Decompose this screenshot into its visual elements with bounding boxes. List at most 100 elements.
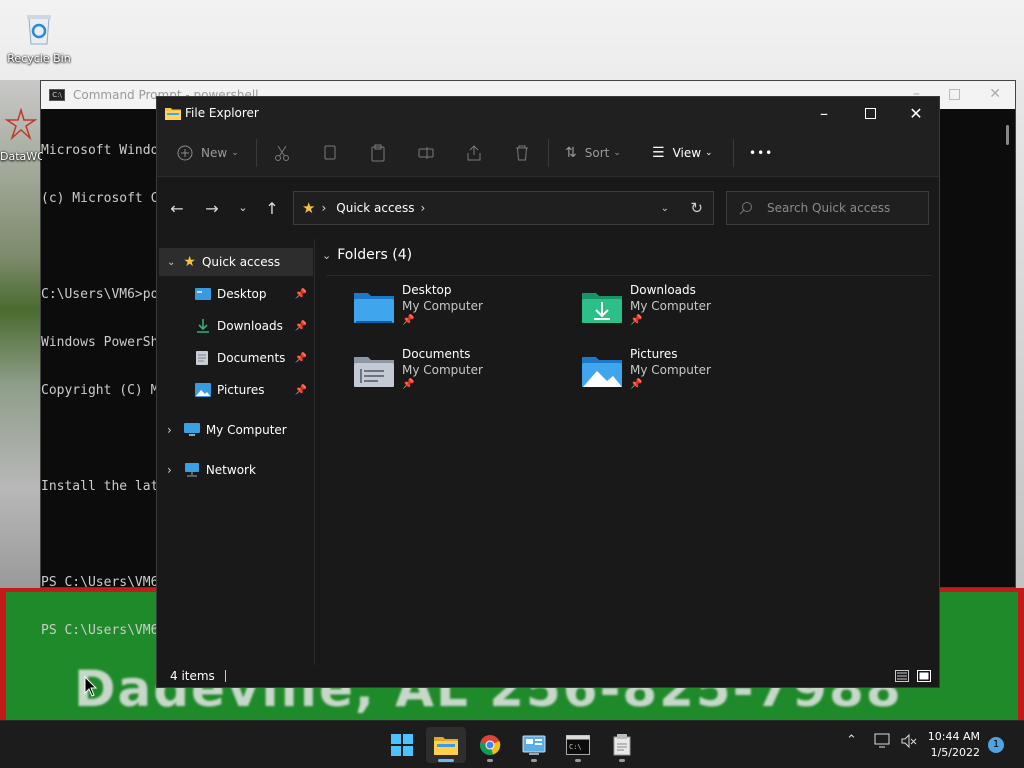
recent-locations-chevron-icon[interactable]: ⌄ [233,201,253,214]
up-arrow-icon[interactable]: ↑ [262,199,282,218]
close-button[interactable]: ✕ [893,97,939,129]
running-indicator [487,759,493,762]
sidebar-item-pictures[interactable]: Pictures 📌 [159,376,313,404]
back-arrow-icon[interactable]: ← [167,199,187,218]
explorer-title-text: File Explorer [185,106,259,120]
datawc-desktop-icon[interactable]: DataWC [0,108,42,163]
new-label: New [201,146,228,160]
large-icons-view-icon[interactable] [917,670,931,682]
minimize-button[interactable]: – [801,97,847,129]
group-divider [326,275,932,276]
folder-location: My Computer [402,363,483,377]
datawc-label: DataWC [0,150,42,163]
copy-icon[interactable] [321,141,339,165]
see-more-button[interactable]: ••• [749,141,773,165]
search-box[interactable]: Search Quick access [726,191,929,225]
pin-icon: 📌 [630,379,643,390]
pin-icon[interactable]: 📌 [295,385,307,396]
pin-icon[interactable]: 📌 [295,353,307,364]
breadcrumb-separator: › [420,201,426,215]
taskbar-notepad-app[interactable] [602,727,642,763]
folder-name: Documents [402,347,471,361]
start-button[interactable] [382,727,422,763]
sidebar-item-quick-access[interactable]: ⌄ ★ Quick access [159,248,313,276]
mouse-cursor-icon [84,676,98,697]
address-bar[interactable]: ★ › Quick access › ⌄ ↻ [293,191,714,225]
sidebar-item-my-computer[interactable]: › My Computer [159,416,313,444]
desktop-folder-icon [195,288,211,300]
speaker-muted-icon[interactable] [900,733,918,749]
share-icon[interactable] [465,141,483,165]
view-button[interactable]: ☰ View ⌄ [652,141,713,165]
new-button[interactable]: New ⌄ [177,141,239,165]
file-explorer-window[interactable]: File Explorer – ✕ New ⌄ ⇅ Sort ⌄ ☰ View … [156,96,940,688]
chevron-right-icon[interactable]: › [167,423,172,437]
system-clock[interactable]: 10:44 AM 1/5/2022 [928,729,980,761]
chevron-down-icon: ⌄ [231,148,239,158]
taskbar-control-panel[interactable] [514,727,554,763]
minimize-icon: – [820,103,828,123]
taskbar-file-explorer[interactable] [426,727,466,763]
sidebar-item-label: Documents [217,351,286,365]
pin-icon[interactable]: 📌 [295,321,307,332]
folder-tile-downloads[interactable]: Downloads My Computer 📌 [580,283,790,335]
clock-date: 1/5/2022 [930,746,980,759]
folder-name: Desktop [402,283,452,297]
datawc-icon [4,108,38,141]
svg-text:C:\: C:\ [569,743,582,751]
navigation-pane: ⌄ ★ Quick access Desktop 📌 Downloads 📌 D… [157,239,315,665]
show-hidden-icons-chevron-icon[interactable]: ⌃ [846,733,857,748]
rename-icon[interactable] [417,141,435,165]
recycle-bin-desktop-icon[interactable]: Recycle Bin [4,10,74,65]
cut-icon[interactable] [273,141,291,165]
refresh-icon[interactable]: ↻ [690,199,703,217]
network-status-icon[interactable] [874,733,892,749]
chevron-down-icon: ⌄ [613,148,621,158]
documents-folder-icon [354,357,394,387]
forward-arrow-icon[interactable]: → [202,199,222,218]
sort-button[interactable]: ⇅ Sort ⌄ [565,141,621,165]
view-list-icon: ☰ [652,145,665,161]
toolbar-divider [733,139,734,167]
sort-label: Sort [584,146,610,160]
details-view-icon[interactable] [895,670,909,682]
cmd-close-icon[interactable]: ✕ [989,86,1001,102]
group-header-label: Folders (4) [337,247,413,263]
sidebar-item-label: Pictures [217,383,265,397]
search-input[interactable]: Search Quick access [767,201,890,215]
folder-app-icon [165,108,181,120]
taskbar-command-prompt[interactable]: C:\ [558,727,598,763]
delete-icon[interactable] [513,141,531,165]
status-divider [224,670,226,682]
taskbar-chrome[interactable] [470,727,510,763]
network-icon [184,463,199,477]
chevron-down-icon[interactable]: ⌄ [167,257,175,268]
cmd-scrollbar[interactable] [1006,125,1009,145]
sidebar-item-downloads[interactable]: Downloads 📌 [159,312,313,340]
folder-tile-documents[interactable]: Documents My Computer 📌 [352,347,562,399]
chevron-right-icon[interactable]: › [167,463,172,477]
breadcrumb-quick-access[interactable]: Quick access [336,201,414,215]
file-list-pane[interactable]: ⌄ Folders (4) Desktop My Computer 📌 Down… [316,239,939,665]
navigation-bar: ← → ⌄ ↑ ★ › Quick access › ⌄ ↻ Search Qu… [157,177,939,239]
pin-icon[interactable]: 📌 [295,289,307,300]
paste-icon[interactable] [369,141,387,165]
sidebar-item-label: My Computer [205,423,287,437]
running-indicator [575,759,581,762]
address-history-chevron-icon[interactable]: ⌄ [661,203,669,214]
folders-group-header[interactable]: ⌄ Folders (4) [322,247,412,263]
explorer-title-bar[interactable]: File Explorer – ✕ [157,97,939,129]
star-icon: ★ [302,199,316,217]
sidebar-item-documents[interactable]: Documents 📌 [159,344,313,372]
sidebar-item-desktop[interactable]: Desktop 📌 [159,280,313,308]
maximize-button[interactable] [847,97,893,129]
cmd-maximize-icon[interactable]: □ [948,86,961,102]
taskbar: C:\ ⌃ 10:44 AM 1/5/2022 1 [0,720,1024,768]
folder-tile-pictures[interactable]: Pictures My Computer 📌 [580,347,790,399]
sidebar-item-network[interactable]: › Network [159,456,313,484]
notification-badge[interactable]: 1 [988,737,1004,753]
folder-icon [434,737,458,755]
recycle-bin-icon [27,15,51,45]
folder-tile-desktop[interactable]: Desktop My Computer 📌 [352,283,562,335]
sidebar-item-label: Downloads [217,319,283,333]
